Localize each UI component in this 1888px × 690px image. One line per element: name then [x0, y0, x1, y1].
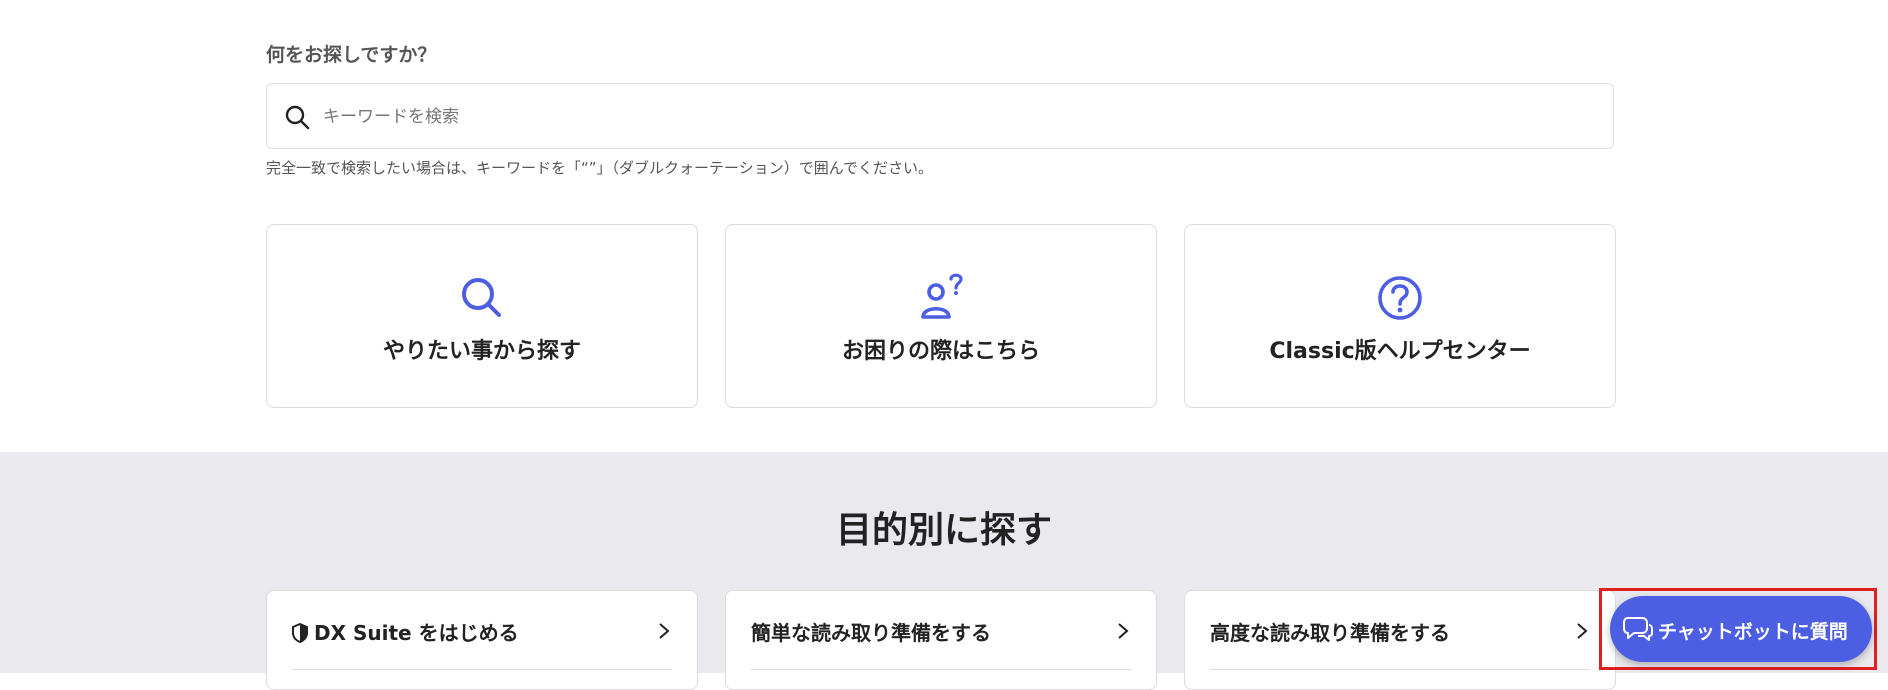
chatbot-button[interactable]: チャットボットに質問 — [1610, 596, 1872, 662]
search-box[interactable] — [266, 83, 1614, 150]
search-heading: 何をお探しですか？ — [266, 44, 437, 66]
purpose-card-label: 高度な読み取り準備をする — [1210, 621, 1450, 645]
purpose-card-get-started[interactable]: DX Suite をはじめる — [266, 590, 698, 690]
search-area: 何をお探しですか？ 完全一致で検索したい場合は、キーワードを「“”」（ダブルクォ… — [0, 0, 1888, 452]
card-label: お困りの際はこちら — [841, 339, 1040, 364]
chevron-right-icon — [659, 623, 670, 639]
section-title: 目的別に探す — [835, 510, 1052, 551]
purpose-card-text: DX Suite をはじめる — [314, 621, 519, 645]
question-circle-icon — [1378, 276, 1422, 320]
purpose-card-advanced-setup[interactable]: 高度な読み取り準備をする — [1184, 590, 1616, 690]
purpose-card-label: DX Suite をはじめる — [292, 617, 519, 646]
purpose-card-simple-setup[interactable]: 簡単な読み取り準備をする — [725, 590, 1157, 690]
chatbot-label: チャットボットに質問 — [1658, 621, 1848, 643]
chevron-right-icon — [1577, 623, 1588, 639]
card-troubleshooting[interactable]: お困りの際はこちら — [725, 224, 1157, 408]
divider — [292, 669, 672, 670]
chat-bubbles-icon — [1623, 617, 1653, 641]
card-find-by-task[interactable]: やりたい事から探す — [266, 224, 698, 408]
card-label: Classic版ヘルプセンター — [1269, 339, 1531, 364]
search-icon — [285, 105, 310, 130]
shield-icon — [292, 623, 308, 643]
card-classic-help-center[interactable]: Classic版ヘルプセンター — [1184, 224, 1616, 408]
purpose-card-label: 簡単な読み取り準備をする — [751, 621, 991, 645]
search-input[interactable] — [321, 84, 1595, 150]
card-label: やりたい事から探す — [382, 339, 581, 364]
divider — [1210, 669, 1590, 670]
search-hint: 完全一致で検索したい場合は、キーワードを「“”」（ダブルクォーテーション）で囲ん… — [266, 159, 933, 177]
search-icon — [462, 278, 501, 317]
person-question-icon — [921, 273, 963, 319]
divider — [751, 669, 1131, 670]
chevron-right-icon — [1118, 623, 1129, 639]
